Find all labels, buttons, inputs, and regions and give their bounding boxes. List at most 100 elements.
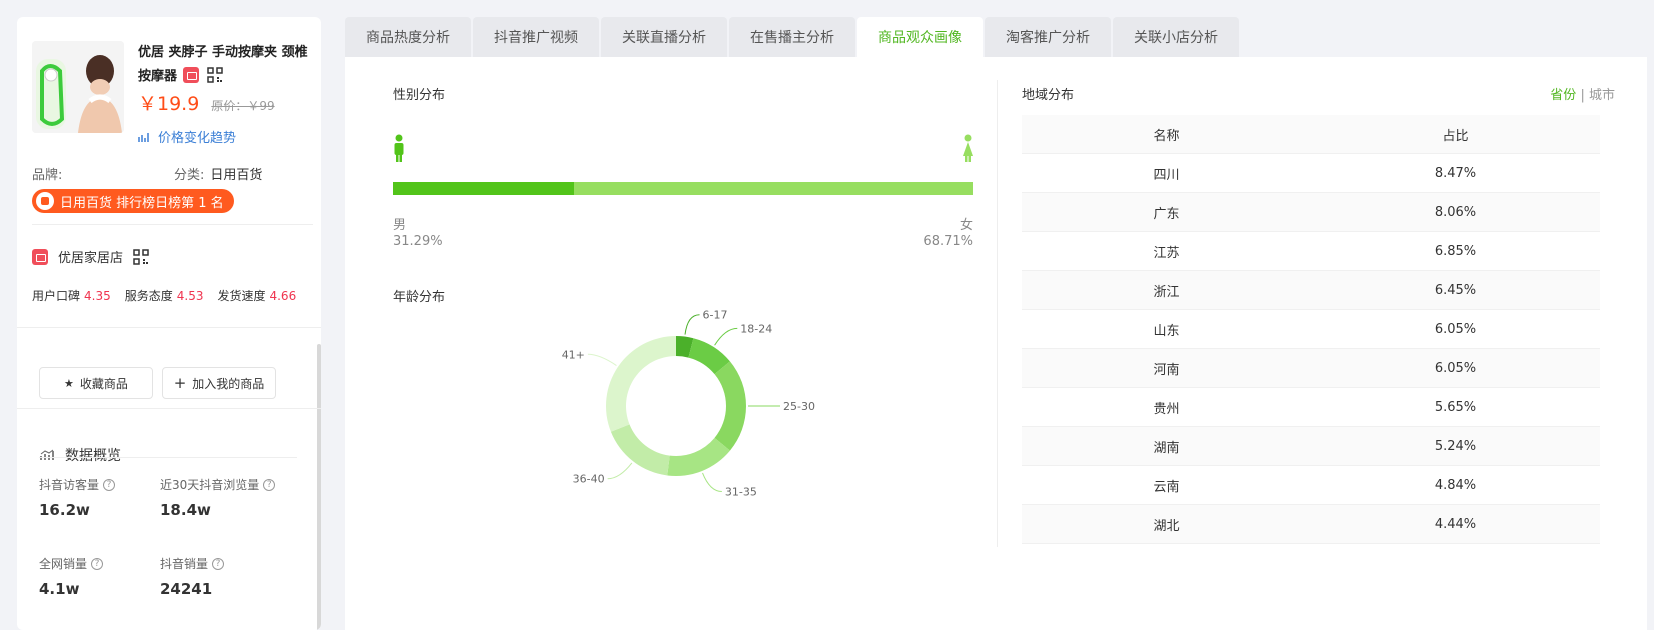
toggle-province[interactable]: 省份 <box>1550 88 1576 103</box>
stat-douyin-visitors: 抖音访客量? <box>39 476 116 493</box>
shop-info[interactable]: 优居家居店 <box>32 247 149 266</box>
score-label: 服务态度 <box>124 289 173 303</box>
vertical-divider <box>997 80 998 547</box>
plus-icon: + <box>173 373 187 392</box>
tab-live-analysis[interactable]: 关联直播分析 <box>601 17 727 57</box>
tab-taoke-analysis[interactable]: 淘客推广分析 <box>985 17 1111 57</box>
region-share: 4.44% <box>1434 516 1477 532</box>
overview-title: 数据概览 <box>40 445 121 465</box>
region-share: 6.85% <box>1434 243 1477 259</box>
table-row: 河南 6.05% <box>1022 349 1600 388</box>
age-donut-chart: 6-17 18-24 25-30 31-35 36-40 41+ <box>562 309 815 499</box>
tab-sellers-analysis[interactable]: 在售播主分析 <box>729 17 855 57</box>
rank-badge[interactable]: 日用百货 排行榜日榜第 1 名 <box>32 189 234 213</box>
region-title: 地域分布 <box>1022 88 1075 103</box>
original-price: 原价：￥99 <box>211 99 275 113</box>
region-name: 江苏 <box>1153 245 1180 261</box>
trend-chart-icon <box>138 132 149 142</box>
table-row: 湖南 5.24% <box>1022 427 1600 466</box>
region-name: 云南 <box>1153 479 1180 495</box>
region-name: 湖北 <box>1153 518 1180 534</box>
score-reputation: 用户口碑 4.35 <box>32 287 111 304</box>
stat-douyin-sales: 抖音销量? <box>160 555 225 572</box>
price-trend-link[interactable]: 价格变化趋势 <box>138 127 236 146</box>
divider <box>17 327 321 328</box>
current-price: ￥19.9 <box>138 93 200 115</box>
region-share: 6.05% <box>1434 360 1477 376</box>
product-panel: 优居 夹脖子 手动按摩夹 颈椎按摩器 ￥19.9 原价：￥99 价格变化趋势 品… <box>17 17 321 630</box>
favorite-button[interactable]: ★ 收藏商品 <box>39 367 153 399</box>
add-mine-label: 加入我的商品 <box>192 376 265 391</box>
score-value: 4.53 <box>176 289 204 303</box>
table-header: 名称 占比 <box>1022 115 1600 154</box>
price-row: ￥19.9 原价：￥99 <box>138 89 275 115</box>
region-share: 5.65% <box>1434 399 1477 415</box>
age-leader-line <box>587 353 617 366</box>
region-share: 6.05% <box>1434 321 1477 337</box>
help-icon[interactable]: ? <box>212 557 225 570</box>
shop-badge-icon <box>183 67 200 83</box>
stat-30day-views: 近30天抖音浏览量? <box>160 476 276 493</box>
shop-name[interactable]: 优居家居店 <box>58 247 123 266</box>
tab-related-shops[interactable]: 关联小店分析 <box>1113 17 1239 57</box>
audience-profile-panel: 性别分布 男 31.29% 女 68.71% 年龄分布 6-17 18-24 25-… <box>345 57 1647 630</box>
age-slice-36-40[interactable] <box>610 424 670 476</box>
table-row: 山东 6.05% <box>1022 310 1600 349</box>
age-slice-25-30[interactable] <box>714 361 746 451</box>
scrollbar[interactable] <box>317 344 321 630</box>
score-value: 4.66 <box>269 289 297 303</box>
product-image[interactable] <box>32 41 124 133</box>
region-share: 8.06% <box>1434 204 1477 220</box>
region-share: 4.84% <box>1434 477 1477 493</box>
age-label: 36-40 <box>573 473 605 486</box>
stat-value: 4.1w <box>39 580 80 598</box>
tab-promo-videos[interactable]: 抖音推广视频 <box>473 17 599 57</box>
help-icon[interactable]: ? <box>263 478 276 491</box>
region-name: 湖南 <box>1153 440 1180 456</box>
qr-code-icon[interactable] <box>207 67 223 83</box>
table-row: 湖北 4.44% <box>1022 505 1600 544</box>
toggle-city[interactable]: 城市 <box>1589 88 1615 103</box>
region-name: 浙江 <box>1153 284 1180 300</box>
table-row: 四川 8.47% <box>1022 154 1600 193</box>
table-row: 云南 4.84% <box>1022 466 1600 505</box>
help-icon[interactable]: ? <box>91 557 104 570</box>
age-leader-line <box>607 462 633 480</box>
tab-heat-analysis[interactable]: 商品热度分析 <box>345 17 471 57</box>
stat-value: 18.4w <box>160 501 211 519</box>
add-to-my-products-button[interactable]: + 加入我的商品 <box>162 367 276 399</box>
divider <box>39 457 297 458</box>
table-row: 贵州 5.65% <box>1022 388 1600 427</box>
table-row: 浙江 6.45% <box>1022 271 1600 310</box>
column-header-name: 名称 <box>1153 128 1180 144</box>
favorite-label: 收藏商品 <box>79 376 128 391</box>
shop-qr-code-icon[interactable] <box>133 248 149 265</box>
category-value: 日用百货 <box>210 168 263 183</box>
category-label: 分类: <box>174 168 205 183</box>
region-name: 四川 <box>1153 167 1180 183</box>
data-chart-icon <box>40 449 54 460</box>
age-label: 31-35 <box>725 486 757 499</box>
male-icon <box>394 134 404 162</box>
gender-title: 性别分布 <box>393 88 446 103</box>
table-row: 江苏 6.85% <box>1022 232 1600 271</box>
tab-audience-profile[interactable]: 商品观众画像 <box>857 17 983 57</box>
age-slice-31-35[interactable] <box>667 437 730 476</box>
help-icon[interactable]: ? <box>103 478 116 491</box>
product-title[interactable]: 优居 夹脖子 手动按摩夹 颈椎按摩器 <box>138 41 316 89</box>
region-share: 6.45% <box>1434 282 1477 298</box>
shop-icon <box>32 248 48 265</box>
score-service: 服务态度 4.53 <box>125 287 204 304</box>
analysis-tabs: 商品热度分析 抖音推广视频 关联直播分析 在售播主分析 商品观众画像 淘客推广分… <box>345 17 1241 57</box>
age-slice-41+[interactable] <box>606 336 676 432</box>
female-label: 女 <box>959 218 973 233</box>
brand-info: 品牌: <box>32 164 68 183</box>
age-label: 18-24 <box>740 322 772 335</box>
age-label: 41+ <box>562 348 585 361</box>
male-share-fill <box>393 182 575 195</box>
stat-value: 24241 <box>160 580 213 598</box>
score-value: 4.35 <box>84 289 111 303</box>
overview-title-text: 数据概览 <box>65 448 121 464</box>
rank-text: 日用百货 排行榜日榜第 1 名 <box>60 195 224 211</box>
region-share: 8.47% <box>1434 165 1477 181</box>
